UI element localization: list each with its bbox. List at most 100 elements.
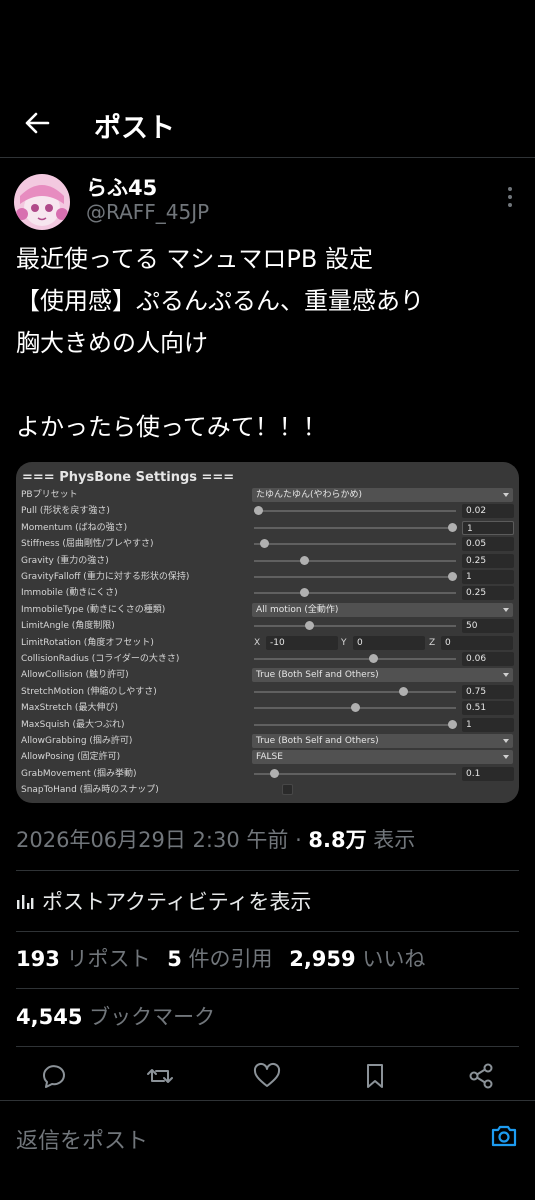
physbone-row-label: AllowPosing (固定許可) (21, 752, 121, 763)
physbone-row: PBプリセット たゆんたゆん(やわらかめ) (16, 487, 519, 503)
physbone-slider-knob (448, 719, 457, 729)
header-divider (0, 157, 535, 158)
physbone-row: GrabMovement (掴み挙動) 0.1 (16, 766, 519, 782)
activity-label: ポストアクティビティを表示 (42, 890, 312, 914)
page-title: ポスト (94, 113, 175, 144)
physbone-value: 0.75 (466, 686, 487, 697)
physbone-value: 0.25 (466, 555, 487, 566)
physbone-row-label: ImmobileType (動きにくさの種類) (21, 604, 166, 615)
likes-stat[interactable]: 2,959 いいね (289, 947, 425, 971)
dropdown-arrow-icon (503, 493, 509, 497)
repost-icon[interactable] (145, 1061, 175, 1091)
physbone-row-label: Pull (形状を戻す強さ) (21, 506, 110, 517)
tweet-line: 【使用感】ぷるんぷるん、重量感あり (16, 287, 424, 315)
physbone-slider-knob (448, 522, 457, 532)
bookmarks-stat[interactable]: 4,545 ブックマーク (16, 1001, 215, 1031)
physbone-value: 0.1 (466, 768, 481, 779)
post-activity-link[interactable]: ポストアクティビティを表示 (16, 886, 311, 916)
physbone-row-label: StretchMotion (伸縮のしやすさ) (21, 686, 157, 697)
physbone-row-label: MaxSquish (最大つぶれ) (21, 719, 125, 730)
physbone-slider-knob (305, 621, 315, 631)
bookmarks-count: 4,545 (16, 1005, 83, 1029)
like-icon[interactable] (252, 1061, 282, 1091)
author-row: らふ45 @RAFF_45JP (14, 172, 524, 232)
post-timestamp: 2026年06月29日 2:30 午前 · 8.8万 表示 (16, 824, 415, 854)
physbone-row-label: CollisionRadius (コライダーの大きさ) (21, 654, 180, 664)
physbone-slider-track (254, 690, 456, 693)
physbone-row-label: GravityFalloff (重力に対する形状の保持) (21, 572, 190, 582)
physbone-value-field: 1 (462, 520, 514, 535)
tweet-line: 最近使ってる マシュマロPB 設定 (16, 245, 373, 273)
physbone-slider-knob (398, 686, 408, 696)
physbone-value-field: 0.1 (462, 766, 514, 781)
reply-input[interactable]: 返信をポスト (16, 1123, 148, 1155)
physbone-slider-knob (350, 703, 360, 713)
physbone-row: ImmobileType (動きにくさの種類) All motion (全動作) (16, 602, 519, 618)
divider (16, 931, 519, 932)
physbone-value-field: 0.02 (462, 504, 514, 519)
reply-icon[interactable] (39, 1061, 69, 1091)
physbone-value: 1 (467, 523, 473, 534)
quotes-stat[interactable]: 5 件の引用 (167, 947, 272, 971)
dropdown-arrow-icon (503, 739, 509, 743)
more-options-icon[interactable] (500, 184, 520, 210)
action-bar (0, 1055, 535, 1097)
physbone-row-label: Gravity (重力の強さ) (21, 555, 109, 566)
physbone-slider-knob (269, 768, 279, 778)
physbone-row-label: Stiffness (屈曲剛性/ブレやすさ) (21, 539, 154, 550)
physbone-dropdown: All motion (全動作) (252, 602, 513, 617)
physbone-row: GravityFalloff (重力に対する形状の保持) 1 (16, 569, 519, 585)
physbone-slider-track (254, 543, 456, 546)
physbone-title: === PhysBone Settings === (22, 470, 235, 485)
physbone-dropdown-value: True (Both Self and Others) (256, 670, 379, 681)
physbone-value: 1 (466, 572, 472, 582)
dropdown-arrow-icon (503, 607, 509, 612)
physbone-row: Immobile (動きにくさ) 0.25 (16, 585, 519, 601)
tweet-line: 胸大きめの人向け (16, 329, 208, 357)
reply-composer: 返信をポスト (0, 1100, 535, 1172)
physbone-slider-knob (299, 588, 309, 598)
display-name[interactable]: らふ45 (86, 172, 157, 202)
share-icon[interactable] (466, 1061, 496, 1091)
attached-image-physbone-settings[interactable]: === PhysBone Settings === PBプリセット たゆんたゆん(… (16, 462, 519, 803)
physbone-slider-track (254, 723, 456, 726)
physbone-vector-value: -10 (270, 637, 285, 648)
engagement-stats: 193 リポスト 5 件の引用 2,959 いいね (16, 943, 425, 973)
physbone-slider-knob (299, 555, 309, 565)
top-bar: ポスト (0, 90, 535, 156)
user-handle[interactable]: @RAFF_45JP (86, 200, 209, 224)
divider (16, 1046, 519, 1047)
physbone-checkbox (282, 784, 293, 796)
physbone-row-label: GrabMovement (掴み挙動) (21, 768, 137, 779)
physbone-value: 0.05 (466, 539, 487, 550)
physbone-dropdown-value: たゆんたゆん(やわらかめ) (256, 490, 363, 500)
physbone-value: 0.51 (466, 703, 487, 714)
physbone-slider-knob (448, 572, 457, 581)
physbone-row: CollisionRadius (コライダーの大きさ) 0.06 (16, 651, 519, 667)
timestamp-text: 2026年06月29日 2:30 午前 · (16, 828, 309, 852)
physbone-value: 0.25 (466, 588, 487, 599)
physbone-row: AllowCollision (触り許可) True (Both Self and… (16, 667, 519, 683)
physbone-row-label: MaxStretch (最大伸び) (21, 703, 118, 714)
physbone-slider-knob (368, 654, 378, 663)
physbone-row-label: LimitRotation (角度オフセット) (21, 637, 154, 648)
camera-icon[interactable] (489, 1121, 519, 1151)
physbone-slider-track (254, 559, 456, 562)
physbone-row-label: Momentum (ばねの強さ) (21, 522, 128, 533)
physbone-row: AllowGrabbing (掴み許可) True (Both Self and … (16, 733, 519, 749)
dropdown-arrow-icon (503, 755, 509, 760)
divider (16, 988, 519, 989)
bookmark-icon[interactable] (360, 1061, 390, 1091)
physbone-row-label: AllowGrabbing (掴み許可) (21, 736, 133, 746)
physbone-value-field: 0.06 (462, 652, 514, 666)
physbone-vector-axis-label: Z (429, 637, 436, 648)
reposts-stat[interactable]: 193 リポスト (16, 947, 151, 971)
physbone-value-field: 1 (462, 717, 514, 732)
views-count: 8.8万 (308, 828, 367, 852)
physbone-slider-track (254, 625, 456, 628)
back-arrow-icon[interactable] (20, 106, 54, 140)
physbone-vector-field: 0 (353, 635, 425, 650)
physbone-row-label: PBプリセット (21, 490, 78, 500)
avatar[interactable] (14, 174, 70, 230)
bookmarks-label: ブックマーク (89, 1005, 216, 1029)
